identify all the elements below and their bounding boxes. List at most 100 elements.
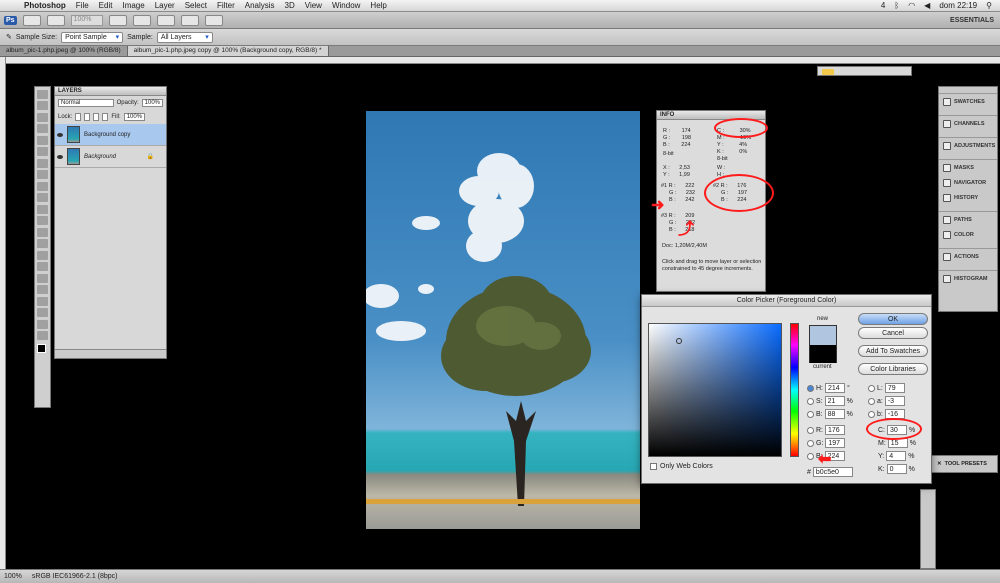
menu-analysis[interactable]: Analysis — [245, 1, 275, 10]
shape-tool-icon[interactable] — [37, 285, 48, 294]
menu-3d[interactable]: 3D — [285, 1, 295, 10]
lab-l-field[interactable]: L: 79 — [868, 383, 905, 393]
volume-icon[interactable]: ◀ — [924, 1, 930, 10]
wifi-icon[interactable]: ◠ — [908, 1, 915, 10]
menu-view[interactable]: View — [305, 1, 322, 10]
crop-tool-icon[interactable] — [37, 135, 48, 145]
tab-document-1[interactable]: album_pic-1.php.jpeg @ 100% (RGB/8) — [0, 46, 128, 56]
dock-actions[interactable]: ACTIONS — [939, 249, 997, 264]
ok-button[interactable]: OK — [858, 313, 928, 325]
marquee-tool-icon[interactable] — [37, 101, 48, 110]
yellow-field[interactable]: Y: 4% — [878, 451, 914, 461]
arrange-documents-button[interactable] — [180, 14, 199, 26]
view-extras-button[interactable] — [46, 14, 65, 26]
color-field-cursor[interactable] — [676, 338, 682, 344]
hue-field[interactable]: H: 214 ° — [807, 383, 850, 393]
current-color-swatch[interactable] — [810, 345, 836, 363]
only-web-colors-checkbox[interactable]: Only Web Colors — [650, 463, 713, 470]
tab-document-2[interactable]: album_pic-1.php.jpeg copy @ 100% (Backgr… — [127, 46, 329, 56]
dialog-title[interactable]: Color Picker (Foreground Color) — [642, 295, 931, 307]
sample-select[interactable]: All Layers — [156, 31, 213, 43]
lock-pixels-icon[interactable] — [84, 113, 91, 121]
spotlight-icon[interactable]: ⚲ — [986, 1, 992, 10]
move-tool-icon[interactable] — [37, 89, 48, 99]
black-field[interactable]: K: 0% — [878, 464, 915, 474]
dodge-tool-icon[interactable] — [37, 239, 48, 248]
blur-tool-icon[interactable] — [37, 227, 48, 237]
rotate-view-button[interactable] — [156, 14, 175, 26]
eyedropper-icon[interactable]: ✎ — [6, 33, 12, 41]
menu-edit[interactable]: Edit — [99, 1, 113, 10]
fill-field[interactable]: 100% — [123, 113, 146, 121]
lock-all-icon[interactable] — [102, 113, 109, 121]
layer-row[interactable]: Background copy — [55, 124, 166, 146]
3d-rotate-tool-icon[interactable] — [37, 296, 48, 306]
dock-channels[interactable]: CHANNELS — [939, 116, 997, 131]
layers-panel-title[interactable]: LAYERS — [55, 87, 166, 96]
dock-paths[interactable]: PATHS — [939, 212, 997, 227]
menu-layer[interactable]: Layer — [155, 1, 175, 10]
eyedropper-tool-icon[interactable] — [37, 147, 48, 156]
menu-select[interactable]: Select — [185, 1, 207, 10]
hex-field[interactable]: # b0c5e0 — [807, 467, 853, 477]
dock-history[interactable]: HISTORY — [939, 190, 997, 205]
menu-app-name[interactable]: Photoshop — [24, 1, 66, 10]
menu-filter[interactable]: Filter — [217, 1, 235, 10]
document-photo[interactable] — [366, 111, 640, 529]
history-brush-tool-icon[interactable] — [37, 193, 48, 202]
menu-window[interactable]: Window — [332, 1, 360, 10]
red-field[interactable]: R: 176 — [807, 425, 845, 435]
menu-file[interactable]: File — [76, 1, 89, 10]
dock-swatches[interactable]: SWATCHES — [939, 94, 997, 109]
floating-mini-panel[interactable] — [817, 66, 912, 76]
horizontal-ruler[interactable] — [6, 57, 1000, 64]
saturation-field[interactable]: S: 21% — [807, 396, 853, 406]
menu-image[interactable]: Image — [122, 1, 144, 10]
3d-orbit-tool-icon[interactable] — [37, 308, 48, 317]
launch-bridge-button[interactable] — [22, 14, 41, 26]
pen-tool-icon[interactable] — [37, 250, 48, 260]
cancel-button[interactable]: Cancel — [858, 327, 928, 339]
add-to-swatches-button[interactable]: Add To Swatches — [858, 345, 928, 357]
status-zoom[interactable]: 100% — [4, 573, 22, 580]
dock-color[interactable]: COLOR — [939, 227, 997, 242]
dock-navigator[interactable]: NAVIGATOR — [939, 175, 997, 190]
tool-presets-panel[interactable]: ✕ TOOL PRESETS — [931, 455, 998, 473]
mini-dock[interactable] — [920, 489, 936, 569]
opacity-field[interactable]: 100% — [141, 99, 163, 107]
workspace-switcher[interactable]: ESSENTIALS — [950, 17, 994, 24]
menubar-status-count[interactable]: 4 — [881, 1, 885, 10]
color-field[interactable] — [648, 323, 782, 457]
eraser-tool-icon[interactable] — [37, 204, 48, 214]
quick-selection-tool-icon[interactable] — [37, 124, 48, 133]
screen-mode-button[interactable] — [204, 14, 223, 26]
hand-tool-icon[interactable] — [37, 319, 48, 329]
color-libraries-button[interactable]: Color Libraries — [858, 363, 928, 375]
brightness-field[interactable]: B: 88% — [807, 409, 853, 419]
brush-tool-icon[interactable] — [37, 170, 48, 179]
type-tool-icon[interactable] — [37, 262, 48, 271]
status-profile[interactable]: sRGB IEC61966-2.1 (8bpc) — [32, 573, 118, 580]
zoom-tool-icon[interactable] — [37, 331, 48, 340]
blend-mode-select[interactable]: Normal — [58, 99, 114, 107]
dock-masks[interactable]: MASKS — [939, 160, 997, 175]
gradient-tool-icon[interactable] — [37, 216, 48, 225]
hue-slider[interactable] — [790, 323, 799, 457]
lock-transparency-icon[interactable] — [75, 113, 82, 121]
path-selection-tool-icon[interactable] — [37, 273, 48, 283]
lab-a-field[interactable]: a: -3 — [868, 396, 905, 406]
dock-adjustments[interactable]: ADJUSTMENTS — [939, 138, 997, 153]
menu-help[interactable]: Help — [370, 1, 386, 10]
sample-size-select[interactable]: Point Sample — [61, 31, 124, 43]
zoom-tool-button[interactable] — [132, 14, 151, 26]
clock[interactable]: dom 22:19 — [939, 1, 977, 10]
green-field[interactable]: G: 197 — [807, 438, 846, 448]
foreground-color-swatch[interactable] — [37, 344, 46, 353]
lock-position-icon[interactable] — [93, 113, 100, 121]
zoom-level-field[interactable]: 100% — [70, 14, 103, 26]
visibility-eye-icon[interactable] — [57, 132, 63, 137]
dock-histogram[interactable]: HISTOGRAM — [939, 271, 997, 286]
bluetooth-icon[interactable]: ᛒ — [894, 1, 899, 10]
clone-stamp-tool-icon[interactable] — [37, 181, 48, 191]
hand-tool-button[interactable] — [108, 14, 127, 26]
